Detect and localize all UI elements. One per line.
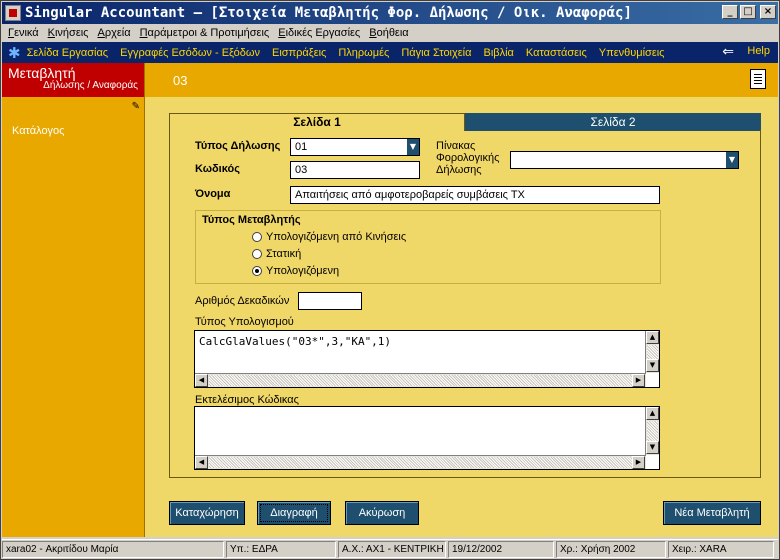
variable-type-group: Τύπος Μεταβλητής Υπολογιζόμενη από Κινήσ…	[195, 210, 661, 284]
nav-reports[interactable]: Καταστάσεις	[526, 47, 587, 59]
left-panel-subtitle: Δήλωσης / Αναφοράς	[43, 80, 138, 91]
nav-bar: ✱ Σελίδα Εργασίας Εγγραφές Εσόδων - Εξόδ…	[2, 42, 778, 63]
tab-page-1[interactable]: Σελίδα 1	[169, 113, 465, 131]
nav-reminders[interactable]: Υπενθυμίσεις	[599, 47, 665, 59]
catalog-link[interactable]: Κατάλογος	[12, 125, 64, 137]
chevron-down-icon[interactable]: ▼	[726, 152, 738, 168]
record-code: 03	[173, 73, 188, 88]
title-bar[interactable]: Singular Accountant – [Στοιχεία Μεταβλητ…	[2, 2, 778, 24]
app-icon[interactable]	[5, 5, 21, 21]
document-icon[interactable]	[750, 69, 766, 89]
tax-table-label-2: Φορολογικής	[436, 152, 500, 164]
calc-type-textarea[interactable]: CalcGlaValues("03*",3,"ΚΑ",1) ▲ ▼ ◀ ▶	[194, 330, 660, 388]
tab-page-2[interactable]: Σελίδα 2	[465, 113, 761, 131]
radio-button[interactable]	[252, 249, 262, 259]
left-panel: Μεταβλητή Δήλωσης / Αναφοράς ✎ Κατάλογος	[2, 63, 145, 537]
main-header: 03	[145, 63, 778, 97]
radio-label: Υπολογιζόμενη	[266, 265, 340, 277]
status-bar: xara02 - Ακριτίδου Μαρία Υπ.: ΕΔΡΑ Α.Χ.:…	[2, 539, 778, 558]
scroll-down-icon[interactable]: ▼	[646, 359, 659, 372]
status-date: 19/12/2002	[448, 541, 554, 558]
decimals-label: Αριθμός Δεκαδικών	[195, 295, 290, 307]
radio-computed[interactable]: Υπολογιζόμενη	[252, 265, 339, 277]
status-tax-office: Α.Χ.: ΑΧ1 - ΚΕΝΤΡΙΚΗ	[338, 541, 446, 558]
status-user: xara02 - Ακριτίδου Μαρία	[2, 541, 224, 558]
maximize-button[interactable]: □	[740, 5, 756, 19]
pin-icon[interactable]: ✎	[132, 101, 140, 112]
scroll-right-icon[interactable]: ▶	[632, 456, 645, 469]
radio-label: Υπολογιζόμενη από Κινήσεις	[266, 231, 407, 243]
menu-general[interactable]: Γενικά	[8, 27, 39, 39]
name-label: Όνομα	[195, 188, 231, 200]
scroll-down-icon[interactable]: ▼	[646, 441, 659, 454]
back-arrow-icon[interactable]: ⇐	[722, 44, 734, 60]
delete-button[interactable]: Διαγραφή	[257, 501, 331, 525]
scroll-left-icon[interactable]: ◀	[195, 374, 208, 387]
scroll-track[interactable]	[647, 421, 658, 441]
tax-table-label-3: Δήλωσης	[436, 164, 482, 176]
code-label: Κωδικός	[195, 163, 240, 175]
exec-code-label: Εκτελέσιμος Κώδικας	[195, 394, 299, 406]
declaration-type-label: Τύπος Δήλωσης	[195, 140, 281, 152]
minimize-button[interactable]: _	[722, 5, 738, 19]
scroll-track[interactable]	[209, 375, 632, 386]
scroll-left-icon[interactable]: ◀	[195, 456, 208, 469]
vertical-scrollbar[interactable]: ▲ ▼	[645, 331, 659, 373]
declaration-type-value: 01	[295, 141, 308, 153]
nav-books[interactable]: Βιβλία	[483, 47, 513, 59]
name-input[interactable]: Απαιτήσεις από αμφοτεροβαρείς συμβάσεις …	[290, 186, 660, 204]
nav-fixed-assets[interactable]: Πάγια Στοιχεία	[401, 47, 471, 59]
close-button[interactable]: ×	[760, 5, 776, 19]
radio-button[interactable]	[252, 232, 262, 242]
variable-type-label: Τύπος Μεταβλητής	[202, 214, 301, 226]
status-operator: Χειρ.: XARA	[668, 541, 774, 558]
scroll-up-icon[interactable]: ▲	[646, 407, 659, 420]
menu-parameters[interactable]: Παράμετροι & Προτιμήσεις	[140, 27, 270, 39]
form-panel: Τύπος Δήλωσης 01 ▼ Πίνακας Φορολογικής Δ…	[169, 130, 761, 478]
new-variable-button[interactable]: Νέα Μεταβλητή	[663, 501, 761, 525]
menu-transactions[interactable]: Κινήσεις	[48, 27, 89, 39]
exec-code-textarea[interactable]: ▲ ▼ ◀ ▶	[194, 406, 660, 470]
horizontal-scrollbar[interactable]: ◀ ▶	[195, 373, 646, 387]
declaration-type-combo[interactable]: 01 ▼	[290, 138, 420, 156]
nav-workpage[interactable]: Σελίδα Εργασίας	[27, 47, 109, 59]
menu-special-tasks[interactable]: Ειδικές Εργασίες	[278, 27, 360, 39]
tab-strip: Σελίδα 1 Σελίδα 2	[169, 113, 761, 131]
status-fiscal-year: Χρ.: Χρήση 2002	[556, 541, 666, 558]
scroll-up-icon[interactable]: ▲	[646, 331, 659, 344]
scroll-right-icon[interactable]: ▶	[632, 374, 645, 387]
cancel-button[interactable]: Ακύρωση	[345, 501, 419, 525]
calc-type-label: Τύπος Υπολογισμού	[195, 316, 294, 328]
tax-table-label-1: Πίνακας	[436, 140, 476, 152]
code-input[interactable]: 03	[290, 161, 420, 179]
scroll-track[interactable]	[209, 457, 632, 468]
tax-table-combo[interactable]: ▼	[510, 151, 739, 169]
scroll-track[interactable]	[647, 345, 658, 359]
radio-computed-movements[interactable]: Υπολογιζόμενη από Κινήσεις	[252, 231, 406, 243]
vertical-scrollbar[interactable]: ▲ ▼	[645, 407, 659, 455]
star-icon: ✱	[8, 43, 21, 62]
app-window: Singular Accountant – [Στοιχεία Μεταβλητ…	[0, 0, 780, 560]
nav-receipts[interactable]: Εισπράξεις	[272, 47, 326, 59]
radio-label: Στατική	[266, 248, 302, 260]
calc-type-value: CalcGlaValues("03*",3,"ΚΑ",1)	[199, 335, 392, 348]
nav-payments[interactable]: Πληρωμές	[338, 47, 389, 59]
left-panel-title: Μεταβλητή	[8, 65, 76, 81]
menu-bar: Γενικά Κινήσεις Αρχεία Παράμετροι & Προτ…	[2, 24, 778, 42]
main-area: 03 Σελίδα 1 Σελίδα 2 Τύπος Δήλωσης 01 ▼ …	[145, 63, 778, 537]
decimals-input[interactable]	[298, 292, 362, 310]
save-button[interactable]: Καταχώρηση	[169, 501, 245, 525]
nav-help[interactable]: Help	[747, 45, 770, 57]
radio-button-selected[interactable]	[252, 266, 262, 276]
radio-static[interactable]: Στατική	[252, 248, 301, 260]
window-title: Singular Accountant – [Στοιχεία Μεταβλητ…	[25, 5, 632, 21]
menu-help[interactable]: Βοήθεια	[369, 27, 408, 39]
status-branch: Υπ.: ΕΔΡΑ	[226, 541, 336, 558]
window-controls: _ □ ×	[722, 5, 776, 19]
nav-income-expense[interactable]: Εγγραφές Εσόδων - Εξόδων	[120, 47, 260, 59]
horizontal-scrollbar[interactable]: ◀ ▶	[195, 455, 646, 469]
left-panel-header: Μεταβλητή Δήλωσης / Αναφοράς	[2, 63, 144, 97]
menu-files[interactable]: Αρχεία	[97, 27, 130, 39]
chevron-down-icon[interactable]: ▼	[407, 139, 419, 155]
